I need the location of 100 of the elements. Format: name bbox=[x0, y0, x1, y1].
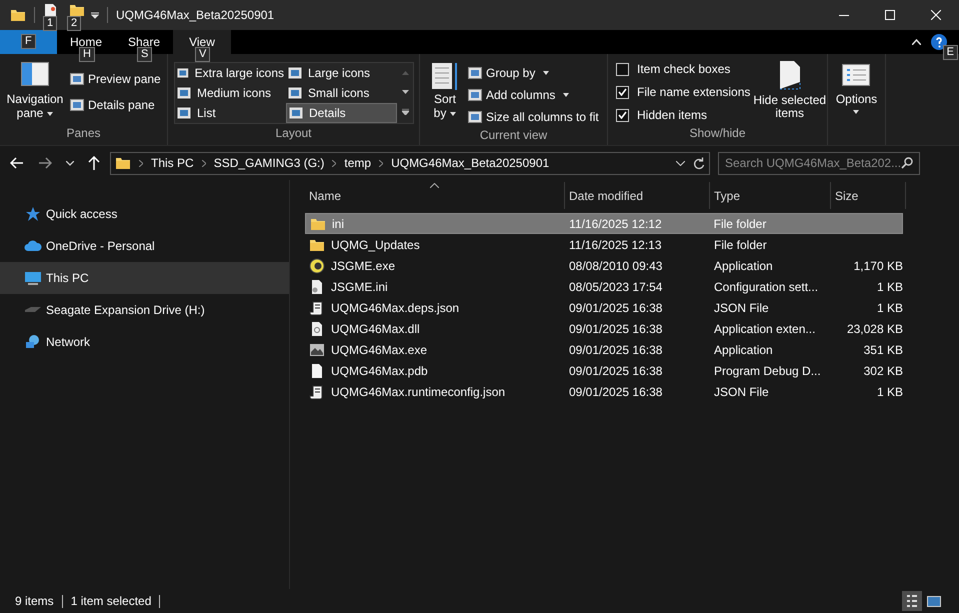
checkbox[interactable] bbox=[616, 86, 629, 98]
settings-file-icon bbox=[309, 278, 325, 294]
group-label: Current view bbox=[480, 127, 548, 144]
file-name: UQMG_Updates bbox=[331, 236, 420, 254]
scroll-down-icon[interactable] bbox=[402, 90, 408, 94]
file-name: UQMG46Max.exe bbox=[331, 342, 428, 358]
star-icon bbox=[25, 206, 41, 222]
nav-item[interactable]: OneDrive - Personal bbox=[0, 230, 289, 262]
file-row[interactable]: ini 11/16/2025 12:12 File folder bbox=[305, 213, 903, 234]
layout-option[interactable]: Extra large icons bbox=[175, 63, 286, 83]
column-header[interactable]: Name bbox=[305, 182, 565, 209]
file-row[interactable]: JSGME.exe 08/08/2010 09:43 Application 1,170 KB bbox=[305, 255, 903, 276]
file-name: JSGME.ini bbox=[331, 278, 388, 296]
file-row[interactable]: UQMG_Updates 11/16/2025 12:13 File folder bbox=[305, 234, 903, 255]
date-cell-text: 09/01/2025 16:38 bbox=[568, 384, 664, 400]
dropdown-icon[interactable] bbox=[676, 160, 685, 166]
thumbnail-icon bbox=[927, 596, 941, 606]
customize-icon[interactable] bbox=[91, 11, 99, 19]
status-text: 1 item selected bbox=[70, 593, 152, 610]
layout-option[interactable]: Small icons bbox=[286, 83, 397, 103]
breadcrumb[interactable]: temp bbox=[344, 154, 372, 172]
layout-option[interactable]: Medium icons bbox=[175, 83, 286, 103]
file-row[interactable]: UQMG46Max.dll 09/01/2025 16:38 Application exten... 23,028 KB bbox=[305, 318, 903, 339]
status-text: 9 items bbox=[15, 593, 54, 610]
file-row[interactable]: JSGME.ini 08/05/2023 17:54 Configuration sett... 1 KB bbox=[305, 276, 903, 297]
date-cell-text: 09/01/2025 16:38 bbox=[568, 362, 664, 380]
preview-pane-button[interactable]: Preview pane bbox=[70, 70, 161, 88]
chevron-icon bbox=[332, 160, 336, 166]
forward-icon[interactable] bbox=[38, 157, 52, 169]
type-cell-text: JSON File bbox=[713, 384, 770, 400]
layout-option[interactable]: Large icons bbox=[286, 63, 397, 83]
back-icon[interactable] bbox=[10, 157, 24, 169]
breadcrumb[interactable]: This PC bbox=[151, 154, 194, 172]
sort-by-button[interactable]: Sort by bbox=[428, 62, 462, 126]
column-header[interactable]: Date modified bbox=[565, 182, 710, 209]
size-cell-text: 1,170 KB bbox=[854, 258, 903, 274]
view-icon bbox=[177, 87, 191, 99]
view-icon bbox=[177, 107, 191, 119]
file-row[interactable]: UQMG46Max.deps.json 09/01/2025 16:38 JSON File 1 KB bbox=[305, 297, 903, 318]
search-field[interactable]: Search UQMG46Max_Beta202... bbox=[718, 152, 920, 174]
properties-icon[interactable] bbox=[43, 4, 57, 16]
column-header[interactable]: Type bbox=[710, 182, 831, 209]
preview-pane-icon bbox=[70, 73, 84, 85]
address-field[interactable]: This PC SSD_GAMING3 (G:) temp UQMG46Max_Beta20250901 bbox=[110, 152, 710, 174]
layout-option[interactable]: Details bbox=[286, 103, 397, 123]
file-tab[interactable]: F bbox=[0, 30, 57, 54]
type-cell-text: Application bbox=[713, 258, 774, 274]
add-columns-button[interactable]: Add columns bbox=[468, 86, 599, 104]
view-icon bbox=[177, 67, 189, 79]
type-cell-text: File folder bbox=[713, 236, 768, 254]
size-cell-text: 1 KB bbox=[876, 300, 903, 316]
file-row[interactable]: UQMG46Max.exe 09/01/2025 16:38 Application 351 KB bbox=[305, 339, 903, 360]
refresh-icon[interactable] bbox=[693, 156, 705, 170]
size-cell-text: 302 KB bbox=[864, 362, 903, 380]
layout-option[interactable]: List bbox=[175, 103, 286, 123]
checkbox-label: File name extensions bbox=[637, 84, 750, 101]
view-icon bbox=[288, 87, 302, 99]
size-cell-text: 1 KB bbox=[876, 278, 903, 296]
navigation-pane-button[interactable]: Navigation pane bbox=[0, 62, 70, 124]
date-cell-text: 11/16/2025 12:13 bbox=[568, 236, 663, 254]
view-icon bbox=[289, 107, 303, 119]
checkbox[interactable] bbox=[616, 108, 629, 122]
details-view-button[interactable] bbox=[902, 591, 922, 611]
details-pane-button[interactable]: Details pane bbox=[70, 96, 161, 114]
size-columns-button[interactable]: Size all columns to fit bbox=[468, 108, 599, 126]
cloud-icon bbox=[24, 240, 42, 252]
file-row[interactable]: UQMG46Max.pdb 09/01/2025 16:38 Program Debug D... 302 KB bbox=[305, 360, 903, 381]
checkbox[interactable] bbox=[616, 62, 629, 76]
pane-icon bbox=[21, 62, 49, 86]
script-icon bbox=[309, 384, 325, 400]
hide-selected-button[interactable]: Hide selected items bbox=[752, 60, 827, 124]
nav-item[interactable]: Seagate Expansion Drive (H:) bbox=[0, 294, 289, 326]
group-by-button[interactable]: Group by bbox=[468, 64, 599, 82]
collapse-ribbon-icon[interactable] bbox=[912, 39, 921, 45]
nav-item[interactable]: This PC bbox=[0, 262, 289, 294]
file-row[interactable]: UQMG46Max.runtimeconfig.json 09/01/2025 16:38 JSON File 1 KB bbox=[305, 381, 903, 402]
minimize-icon bbox=[839, 14, 849, 16]
options-icon bbox=[842, 64, 870, 86]
breadcrumb[interactable]: SSD_GAMING3 (G:) bbox=[214, 154, 324, 172]
expand-icon[interactable] bbox=[402, 109, 408, 116]
breadcrumb[interactable]: UQMG46Max_Beta20250901 bbox=[391, 154, 550, 172]
column-header[interactable]: Size bbox=[831, 182, 906, 209]
nav-item[interactable]: Quick access bbox=[0, 198, 289, 230]
type-cell-text: Configuration sett... bbox=[713, 278, 820, 296]
app-icon bbox=[309, 342, 325, 358]
type-cell-text: File folder bbox=[712, 216, 768, 232]
recent-locations-icon[interactable] bbox=[66, 160, 74, 166]
view-icon bbox=[288, 67, 302, 79]
options-button[interactable]: Options bbox=[836, 64, 878, 114]
resize-columns-icon bbox=[468, 111, 482, 123]
group-label: Panes bbox=[66, 125, 101, 142]
nav-item[interactable]: Network bbox=[0, 326, 289, 358]
date-cell-text: 11/16/2025 12:12 bbox=[568, 216, 663, 232]
window-title: UQMG46Max_Beta20250901 bbox=[116, 7, 274, 24]
caret-icon bbox=[450, 112, 456, 116]
date-cell-text: 09/01/2025 16:38 bbox=[568, 300, 664, 316]
up-icon[interactable] bbox=[88, 156, 100, 170]
file-name: UQMG46Max.dll bbox=[331, 320, 420, 338]
help-icon[interactable] bbox=[931, 34, 947, 50]
computer-icon bbox=[24, 270, 42, 286]
